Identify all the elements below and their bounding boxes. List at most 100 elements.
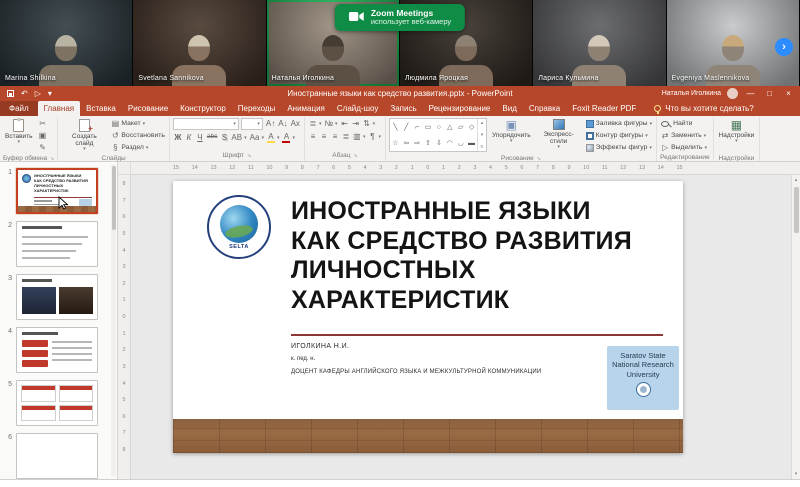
numbering-button[interactable]: №▾: [323, 118, 338, 129]
text-shadow-button[interactable]: S: [219, 132, 229, 143]
text-direction-button[interactable]: ¶▾: [367, 131, 382, 142]
shape-icon[interactable]: ⇦: [403, 140, 409, 147]
undo-icon[interactable]: ↶: [21, 89, 28, 98]
font-dialog-launcher-icon[interactable]: ⇘: [247, 153, 251, 159]
slide-thumbnail[interactable]: [16, 327, 98, 373]
justify-button[interactable]: ≣: [341, 131, 351, 142]
shape-icon[interactable]: △: [447, 124, 452, 131]
scrollbar-thumb[interactable]: [794, 187, 799, 233]
indent-decrease-button[interactable]: ⇤: [340, 118, 350, 129]
font-color-button[interactable]: А▾: [281, 132, 296, 143]
indent-increase-button[interactable]: ⇥: [351, 118, 361, 129]
ribbon-tab[interactable]: Вид: [496, 101, 522, 116]
replace-button[interactable]: ⇄Заменить▾: [660, 130, 708, 141]
shape-effects-button[interactable]: Эффекты фигур▾: [585, 142, 653, 153]
slideshow-icon[interactable]: ▷: [35, 89, 41, 98]
italic-button[interactable]: К: [184, 132, 194, 143]
addins-button[interactable]: ▦ Надстройки ▾: [717, 118, 757, 154]
shape-icon[interactable]: ◇: [469, 124, 474, 131]
ribbon-tab[interactable]: Переходы: [232, 101, 282, 116]
slide-title[interactable]: ИНОСТРАННЫЕ ЯЗЫКИКАК СРЕДСТВО РАЗВИТИЯЛИ…: [291, 197, 671, 315]
ribbon-tab[interactable]: Рецензирование: [423, 101, 497, 116]
align-right-button[interactable]: ≡: [330, 131, 340, 142]
shrink-font-button[interactable]: А↓: [277, 119, 288, 130]
shape-icon[interactable]: ◡: [458, 140, 464, 147]
underline-button[interactable]: Ч: [195, 132, 205, 143]
shape-fill-button[interactable]: Заливка фигуры▾: [585, 118, 653, 129]
save-icon[interactable]: [7, 90, 14, 97]
zoom-participant-tile[interactable]: Лариса Кульмина: [533, 0, 666, 86]
shape-icon[interactable]: ⇨: [414, 140, 420, 147]
grow-font-button[interactable]: А↑: [265, 119, 276, 130]
vertical-scrollbar[interactable]: ▴ ▾: [791, 175, 800, 479]
slide-thumbnail[interactable]: ИНОСТРАННЫЕ ЯЗЫКИКАК СРЕДСТВО РАЗВИТИЯЛИ…: [16, 168, 98, 214]
ribbon-tab[interactable]: Анимация: [281, 101, 331, 116]
shape-icon[interactable]: ╱: [404, 124, 408, 131]
font-size-combo[interactable]: ▾: [241, 118, 263, 130]
zoom-participant-tile[interactable]: Svetlana Sannikova: [133, 0, 266, 86]
selta-logo[interactable]: SELTA: [207, 195, 271, 259]
reset-button[interactable]: ↺Восстановить: [110, 130, 166, 141]
shape-icon[interactable]: ⌐: [415, 124, 419, 131]
minimize-button[interactable]: —: [744, 89, 757, 98]
scroll-down-icon[interactable]: ▾: [795, 471, 798, 477]
scroll-up-icon[interactable]: ▴: [795, 177, 798, 183]
shape-icon[interactable]: ▭: [425, 124, 432, 131]
cut-button[interactable]: ✂: [38, 118, 48, 129]
thumbnails-scrollbar[interactable]: [111, 164, 116, 477]
layout-button[interactable]: ▤Макет▾: [110, 118, 166, 129]
zoom-participant-tile[interactable]: Marina Shilkina: [0, 0, 133, 86]
format-painter-button[interactable]: ✎: [38, 142, 48, 153]
paste-button[interactable]: Вставить ▾: [3, 118, 35, 154]
shape-outline-button[interactable]: Контур фигуры▾: [585, 130, 653, 141]
shapes-gallery-scrollbar[interactable]: ▴▾≡: [477, 119, 486, 151]
paragraph-dialog-launcher-icon[interactable]: ⇘: [353, 153, 357, 159]
line-spacing-button[interactable]: ⇅▾: [362, 118, 377, 129]
account-avatar[interactable]: [727, 88, 738, 99]
qat-dropdown-icon[interactable]: ▾: [48, 89, 52, 98]
shape-icon[interactable]: ☆: [392, 140, 398, 147]
ribbon-tab[interactable]: Конструктор: [174, 101, 232, 116]
slide-thumbnail[interactable]: [16, 380, 98, 426]
ribbon-tab[interactable]: Foxit Reader PDF: [566, 101, 642, 116]
shapes-gallery[interactable]: ╲╱⌐▭○△▱◇☆⇦⇨⇧⇩◠◡▬ ▴▾≡: [389, 118, 487, 152]
restore-button[interactable]: □: [763, 89, 776, 98]
slide-thumbnail[interactable]: [16, 433, 98, 479]
ribbon-tab[interactable]: Слайд-шоу: [331, 101, 384, 116]
strikethrough-button[interactable]: abc: [206, 132, 218, 143]
new-slide-button[interactable]: Создать слайд ▾: [61, 118, 107, 154]
bullets-button[interactable]: ≣▾: [308, 118, 323, 129]
slide-thumbnail[interactable]: [16, 221, 98, 267]
shape-icon[interactable]: ⇧: [425, 140, 431, 147]
ribbon-tab[interactable]: Файл: [0, 101, 38, 116]
align-left-button[interactable]: ≡: [308, 131, 318, 142]
quick-styles-button[interactable]: Экспресс-стили ▾: [536, 118, 582, 154]
shape-icon[interactable]: ⇩: [436, 140, 442, 147]
find-button[interactable]: Найти: [660, 118, 708, 129]
character-spacing-button[interactable]: АВ▾: [230, 132, 247, 143]
next-participants-button[interactable]: ›: [775, 38, 793, 56]
ribbon-tab[interactable]: Вставка: [80, 101, 122, 116]
text-highlight-button[interactable]: А▾: [266, 132, 281, 143]
ribbon-tab[interactable]: Рисование: [122, 101, 174, 116]
shape-icon[interactable]: ▬: [468, 140, 475, 147]
change-case-button[interactable]: Аа▾: [249, 132, 265, 143]
font-name-combo[interactable]: ▾: [173, 118, 239, 130]
slide-thumbnail[interactable]: [16, 274, 98, 320]
shape-icon[interactable]: ◠: [447, 140, 453, 147]
arrange-button[interactable]: ▣ Упорядочить ▾: [490, 118, 533, 154]
author-position[interactable]: ДОЦЕНТ КАФЕДРЫ АНГЛИЙСКОГО ЯЗЫКА И МЕЖКУ…: [291, 369, 591, 375]
clipboard-dialog-launcher-icon[interactable]: ⇘: [50, 156, 54, 162]
section-button[interactable]: §Раздел▾: [110, 142, 166, 153]
ribbon-tab[interactable]: Справка: [523, 101, 566, 116]
author-name[interactable]: ИГОЛКИНА Н.И.: [291, 343, 349, 350]
align-center-button[interactable]: ≡: [319, 131, 329, 142]
tell-me-box[interactable]: Что вы хотите сделать?: [646, 101, 761, 116]
bold-button[interactable]: Ж: [173, 132, 183, 143]
columns-button[interactable]: ▥▾: [352, 131, 367, 142]
select-button[interactable]: ▷Выделить▾: [660, 142, 708, 153]
university-box[interactable]: Saratov StateNational ResearchUniversity: [607, 346, 679, 410]
ribbon-tab[interactable]: Запись: [384, 101, 422, 116]
ribbon-tab[interactable]: Главная: [38, 101, 80, 116]
clear-formatting-button[interactable]: Аx: [290, 119, 301, 130]
